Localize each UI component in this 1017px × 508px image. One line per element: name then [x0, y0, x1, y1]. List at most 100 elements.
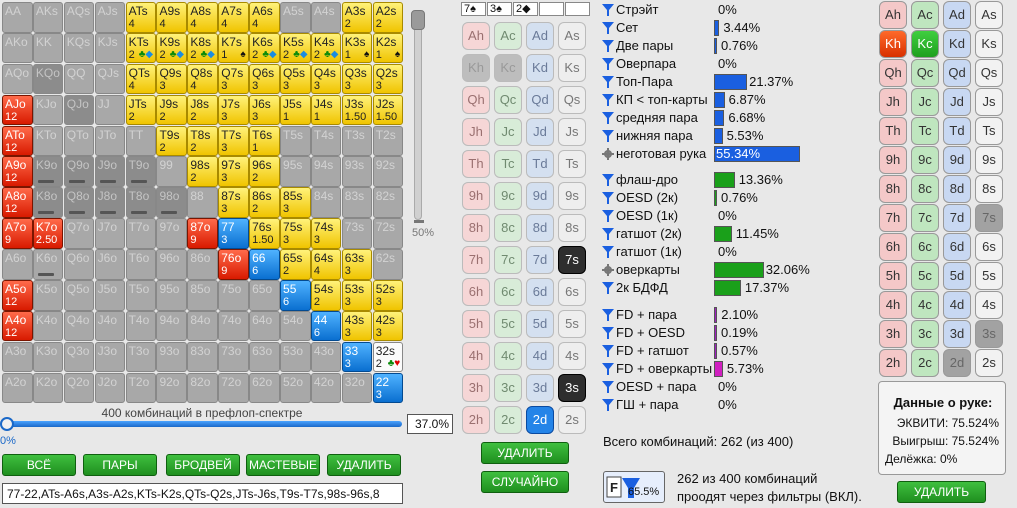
hand-card-4d[interactable]: 4d [943, 291, 971, 319]
delete-board-button[interactable]: УДАЛИТЬ [481, 442, 569, 464]
matrix-cell-Q4o[interactable]: Q4o [63, 310, 95, 342]
matrix-cell-K5o[interactable]: K5o [32, 280, 64, 311]
hand-card-Js[interactable]: Js [975, 88, 1003, 116]
matrix-cell-ATo[interactable]: ATo 12 [2, 125, 33, 157]
hand-card-Qs[interactable]: Qs [975, 59, 1003, 87]
board-card-9c[interactable]: 9c [494, 182, 522, 210]
matrix-cell-AJs[interactable]: AJs [94, 2, 126, 33]
board-card-6c[interactable]: 6c [494, 278, 522, 306]
matrix-cell-A9o[interactable]: A9o 12 [2, 156, 33, 187]
hand-card-Tc[interactable]: Tc [911, 117, 939, 145]
funnel-icon[interactable] [602, 174, 614, 186]
matrix-cell-T4s[interactable]: T4s [310, 125, 342, 157]
matrix-cell-QJo[interactable]: QJo [63, 94, 95, 126]
hand-card-9c[interactable]: 9c [911, 146, 939, 174]
matrix-cell-86s[interactable]: 86s 2 [249, 187, 280, 218]
matrix-cell-AKo[interactable]: AKo [2, 32, 33, 64]
matrix-cell-33[interactable]: 33 3 [341, 341, 373, 373]
matrix-cell-87s[interactable]: 87s 3 [218, 187, 249, 218]
matrix-cell-96s[interactable]: 96s 2 [249, 156, 280, 187]
random-board-button[interactable]: СЛУЧАЙНО [481, 471, 569, 493]
matrix-cell-J5s[interactable]: J5s 1 [280, 94, 311, 126]
matrix-cell-64o[interactable]: 64o [249, 310, 280, 342]
board-card-Qc[interactable]: Qc [494, 86, 522, 114]
matrix-cell-62o[interactable]: 62o [249, 372, 280, 404]
matrix-cell-K9o[interactable]: K9o [32, 156, 64, 187]
matrix-cell-72s[interactable]: 72s [372, 218, 404, 249]
matrix-cell-Q5s[interactable]: Q5s 3 [280, 63, 311, 95]
board-card-Qh[interactable]: Qh [462, 86, 490, 114]
matrix-cell-KJs[interactable]: KJs [94, 32, 126, 64]
matrix-cell-95s[interactable]: 95s [280, 156, 311, 187]
hand-card-7d[interactable]: 7d [943, 204, 971, 232]
hand-card-9s[interactable]: 9s [975, 146, 1003, 174]
matrix-cell-K4s[interactable]: K4s 2 ♣◆ [310, 32, 342, 64]
matrix-cell-55[interactable]: 55 6 [280, 280, 311, 311]
matrix-cell-K3s[interactable]: K3s 1 ♠ [341, 32, 373, 64]
matrix-cell-74s[interactable]: 74s 3 [310, 218, 342, 249]
matrix-cell-97s[interactable]: 97s 3 [218, 156, 249, 187]
board-card-As[interactable]: As [558, 22, 586, 50]
board-card-2s[interactable]: 2s [558, 406, 586, 434]
matrix-cell-JJ[interactable]: JJ [94, 94, 126, 126]
matrix-cell-T3o[interactable]: T3o [125, 341, 157, 373]
filter-indicator[interactable]: F 65.5% [603, 471, 665, 503]
matrix-cell-J6s[interactable]: J6s 3 [249, 94, 280, 126]
matrix-cell-84s[interactable]: 84s [310, 187, 342, 218]
matrix-cell-A3s[interactable]: A3s 2 [341, 2, 373, 33]
matrix-cell-J2o[interactable]: J2o [94, 372, 126, 404]
matrix-cell-T7o[interactable]: T7o [125, 218, 157, 249]
hand-card-Kc[interactable]: Kc [911, 30, 939, 58]
matrix-cell-K6s[interactable]: K6s 2 ♣◆ [249, 32, 280, 64]
matrix-cell-T9s[interactable]: T9s 2 [156, 125, 187, 157]
matrix-cell-87o[interactable]: 87o 9 [187, 218, 218, 249]
matrix-cell-T4o[interactable]: T4o [125, 310, 157, 342]
board-card-5d[interactable]: 5d [526, 310, 554, 338]
hand-card-Th[interactable]: Th [879, 117, 907, 145]
suited-button[interactable]: МАСТЕВЫЕ [246, 454, 320, 476]
matrix-cell-Q8o[interactable]: Q8o [63, 187, 95, 218]
matrix-cell-A4o[interactable]: A4o 12 [2, 310, 33, 342]
matrix-cell-A8o[interactable]: A8o 12 [2, 187, 33, 218]
matrix-cell-K3o[interactable]: K3o [32, 341, 64, 373]
matrix-cell-A6o[interactable]: A6o [2, 249, 33, 280]
matrix-cell-J2s[interactable]: J2s 1.50 [372, 94, 404, 126]
hand-card-Kh[interactable]: Kh [879, 30, 907, 58]
matrix-cell-K6o[interactable]: K6o [32, 249, 64, 280]
hand-card-Jc[interactable]: Jc [911, 88, 939, 116]
gear-icon[interactable] [602, 148, 614, 160]
funnel-icon[interactable] [602, 210, 614, 222]
matrix-cell-A2s[interactable]: A2s 2 [372, 2, 404, 33]
broadway-button[interactable]: БРОДВЕЙ [166, 454, 240, 476]
matrix-cell-76o[interactable]: 76o 9 [218, 249, 249, 280]
matrix-cell-J4o[interactable]: J4o [94, 310, 126, 342]
board-card-Tc[interactable]: Tc [494, 150, 522, 178]
board-card-9h[interactable]: 9h [462, 182, 490, 210]
board-card-5s[interactable]: 5s [558, 310, 586, 338]
matrix-cell-J8s[interactable]: J8s 2 [187, 94, 218, 126]
matrix-cell-KTo[interactable]: KTo [32, 125, 64, 157]
board-card-9d[interactable]: 9d [526, 182, 554, 210]
matrix-cell-K4o[interactable]: K4o [32, 310, 64, 342]
matrix-cell-Q8s[interactable]: Q8s 4 [187, 63, 218, 95]
board-card-Th[interactable]: Th [462, 150, 490, 178]
matrix-cell-66[interactable]: 66 6 [249, 249, 280, 280]
funnel-icon[interactable] [602, 130, 614, 142]
matrix-cell-75s[interactable]: 75s 3 [280, 218, 311, 249]
hand-card-Ah[interactable]: Ah [879, 1, 907, 29]
matrix-cell-KQs[interactable]: KQs [63, 32, 95, 64]
board-slot-3[interactable]: 2◆ [513, 2, 538, 16]
board-card-7s[interactable]: 7s [558, 246, 586, 274]
board-card-3c[interactable]: 3c [494, 374, 522, 402]
matrix-cell-TT[interactable]: TT [125, 125, 157, 157]
board-card-4d[interactable]: 4d [526, 342, 554, 370]
hand-card-Jd[interactable]: Jd [943, 88, 971, 116]
matrix-cell-42o[interactable]: 42o [310, 372, 342, 404]
matrix-cell-53o[interactable]: 53o [280, 341, 311, 373]
funnel-icon[interactable] [602, 363, 614, 375]
hand-card-Ts[interactable]: Ts [975, 117, 1003, 145]
matrix-cell-Q6s[interactable]: Q6s 3 [249, 63, 280, 95]
matrix-cell-K8s[interactable]: K8s 2 ♣◆ [187, 32, 218, 64]
matrix-cell-J5o[interactable]: J5o [94, 280, 126, 311]
matrix-cell-T5o[interactable]: T5o [125, 280, 157, 311]
